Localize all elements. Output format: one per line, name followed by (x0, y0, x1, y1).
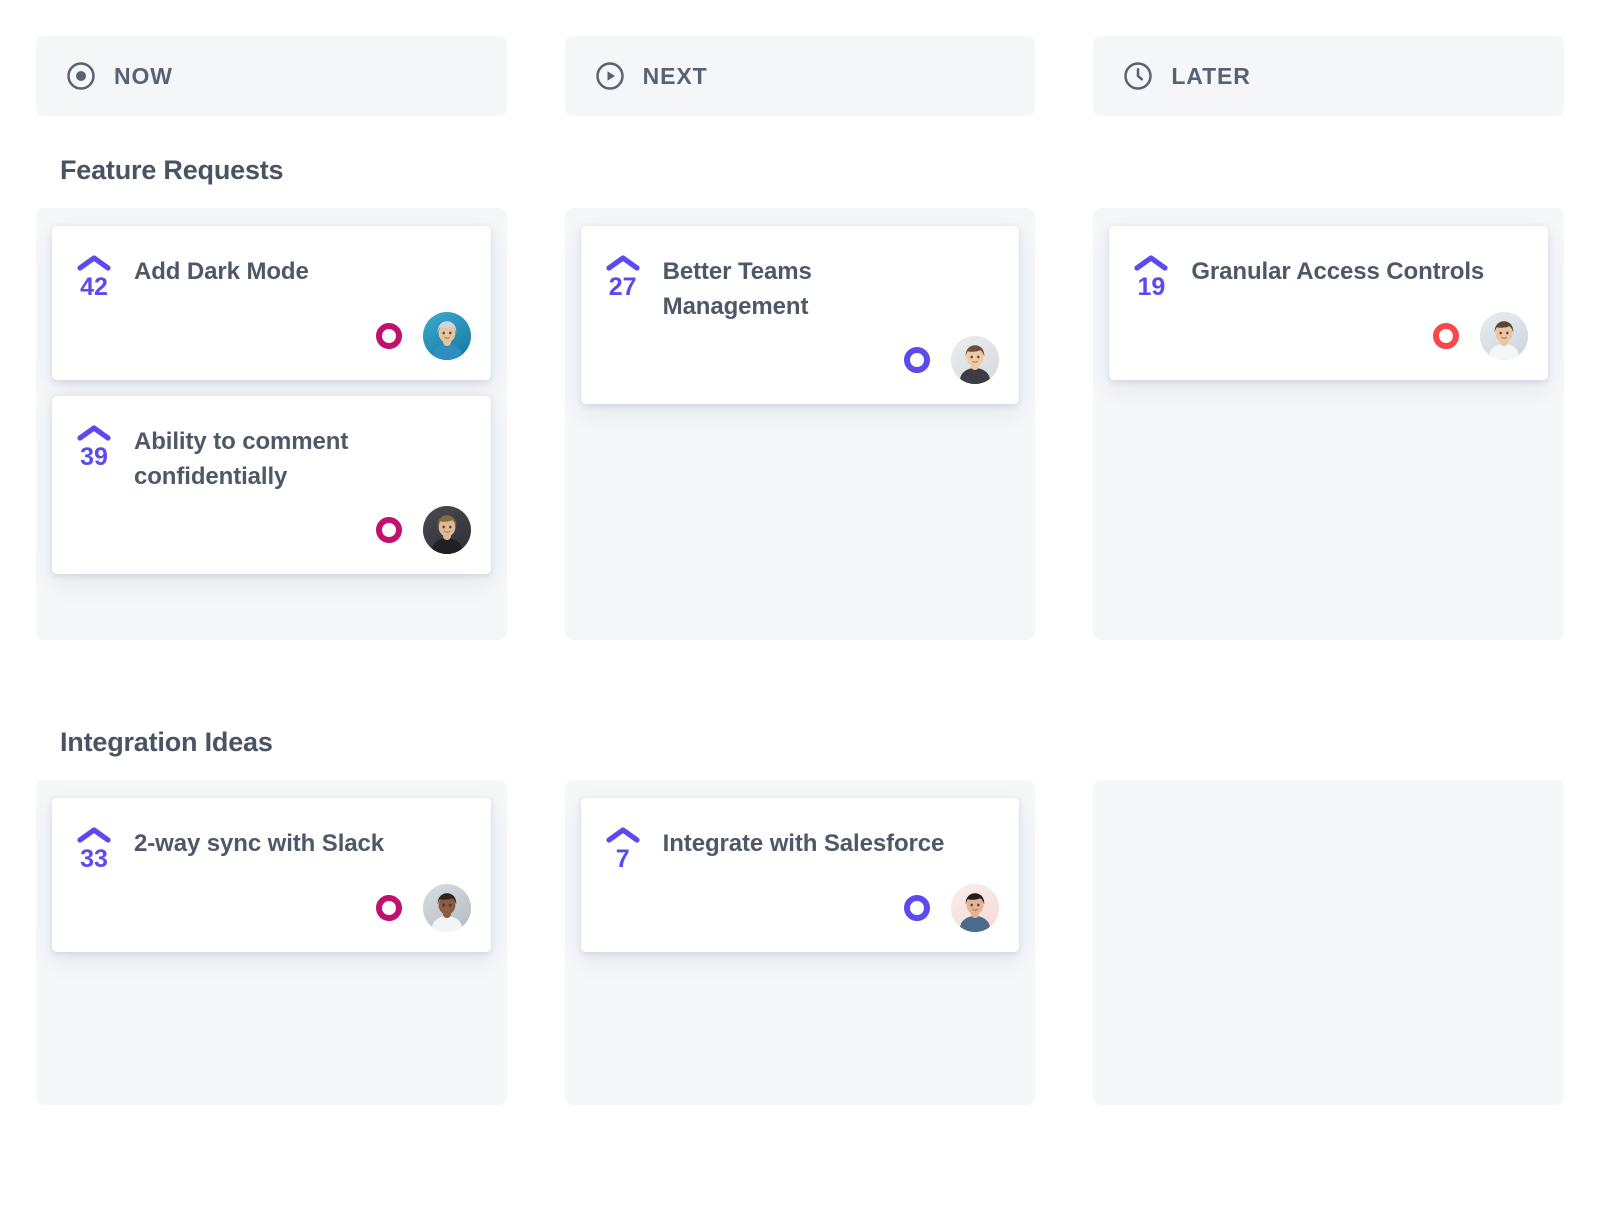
chevron-up-icon (606, 826, 640, 843)
avatar[interactable] (951, 884, 999, 932)
lane-integration-ideas-later[interactable] (1093, 780, 1564, 1105)
status-ring-icon[interactable] (904, 347, 930, 373)
card-footer (72, 872, 471, 932)
lane-feature-requests-now[interactable]: 42 Add Dark Mode 39 Ability to comment conf… (36, 208, 507, 640)
column-header-now[interactable]: NOW (36, 36, 507, 116)
avatar[interactable] (423, 506, 471, 554)
idea-card[interactable]: 42 Add Dark Mode (52, 226, 491, 380)
vote-count: 39 (80, 444, 108, 470)
idea-card[interactable]: 39 Ability to comment confidentially (52, 396, 491, 574)
card-footer (72, 300, 471, 360)
avatar[interactable] (423, 312, 471, 360)
idea-card[interactable]: 33 2-way sync with Slack (52, 798, 491, 952)
column-header-later[interactable]: LATER (1093, 36, 1564, 116)
vote-count: 42 (80, 274, 108, 300)
vote-count: 19 (1137, 274, 1165, 300)
lane-row: 33 2-way sync with Slack 7 Integrate with S… (36, 780, 1564, 1105)
card-title: Granular Access Controls (1191, 250, 1484, 289)
card-top: 42 Add Dark Mode (72, 250, 471, 300)
card-footer (72, 494, 471, 554)
roadmap-board: NOW NEXT LATER Feature Requests 42 Add Dark … (0, 0, 1600, 1224)
idea-card[interactable]: 27 Better Teams Management (581, 226, 1020, 404)
group-title: Integration Ideas (60, 727, 1564, 758)
card-footer (1129, 300, 1528, 360)
vote-count: 33 (80, 846, 108, 872)
vote-count: 7 (616, 846, 630, 872)
column-header-next[interactable]: NEXT (565, 36, 1036, 116)
card-top: 39 Ability to comment confidentially (72, 420, 471, 494)
chevron-up-icon (77, 424, 111, 441)
column-header-row: NOW NEXT LATER (36, 36, 1564, 116)
card-title: Ability to comment confidentially (134, 420, 434, 494)
idea-card[interactable]: 7 Integrate with Salesforce (581, 798, 1020, 952)
upvote-button[interactable]: 19 (1129, 250, 1173, 300)
group-title: Feature Requests (60, 155, 1564, 186)
vote-count: 27 (609, 274, 637, 300)
play-circle-icon (595, 61, 625, 91)
swimlane-group-integration-ideas: Integration Ideas 33 2-way sync with Slack… (36, 727, 1564, 1105)
record-circle-icon (66, 61, 96, 91)
lane-feature-requests-next[interactable]: 27 Better Teams Management (565, 208, 1036, 640)
card-top: 19 Granular Access Controls (1129, 250, 1528, 300)
clock-icon (1123, 61, 1153, 91)
swimlane-group-feature-requests: Feature Requests 42 Add Dark Mode 39 Ability… (36, 155, 1564, 640)
card-top: 27 Better Teams Management (601, 250, 1000, 324)
status-ring-icon[interactable] (1433, 323, 1459, 349)
card-top: 33 2-way sync with Slack (72, 822, 471, 872)
card-footer (601, 872, 1000, 932)
column-header-label: LATER (1171, 63, 1250, 90)
chevron-up-icon (77, 826, 111, 843)
status-ring-icon[interactable] (376, 895, 402, 921)
upvote-button[interactable]: 27 (601, 250, 645, 300)
card-top: 7 Integrate with Salesforce (601, 822, 1000, 872)
upvote-button[interactable]: 7 (601, 822, 645, 872)
avatar[interactable] (423, 884, 471, 932)
status-ring-icon[interactable] (904, 895, 930, 921)
chevron-up-icon (606, 254, 640, 271)
column-header-label: NOW (114, 63, 173, 90)
lane-integration-ideas-next[interactable]: 7 Integrate with Salesforce (565, 780, 1036, 1105)
idea-card[interactable]: 19 Granular Access Controls (1109, 226, 1548, 380)
card-footer (601, 324, 1000, 384)
card-title: Add Dark Mode (134, 250, 309, 289)
card-title: Integrate with Salesforce (663, 822, 945, 861)
upvote-button[interactable]: 39 (72, 420, 116, 470)
lane-feature-requests-later[interactable]: 19 Granular Access Controls (1093, 208, 1564, 640)
upvote-button[interactable]: 42 (72, 250, 116, 300)
column-header-label: NEXT (643, 63, 708, 90)
chevron-up-icon (1134, 254, 1168, 271)
card-title: 2-way sync with Slack (134, 822, 384, 861)
card-title: Better Teams Management (663, 250, 963, 324)
avatar[interactable] (951, 336, 999, 384)
lane-integration-ideas-now[interactable]: 33 2-way sync with Slack (36, 780, 507, 1105)
status-ring-icon[interactable] (376, 517, 402, 543)
lane-row: 42 Add Dark Mode 39 Ability to comment conf… (36, 208, 1564, 640)
status-ring-icon[interactable] (376, 323, 402, 349)
upvote-button[interactable]: 33 (72, 822, 116, 872)
chevron-up-icon (77, 254, 111, 271)
avatar[interactable] (1480, 312, 1528, 360)
